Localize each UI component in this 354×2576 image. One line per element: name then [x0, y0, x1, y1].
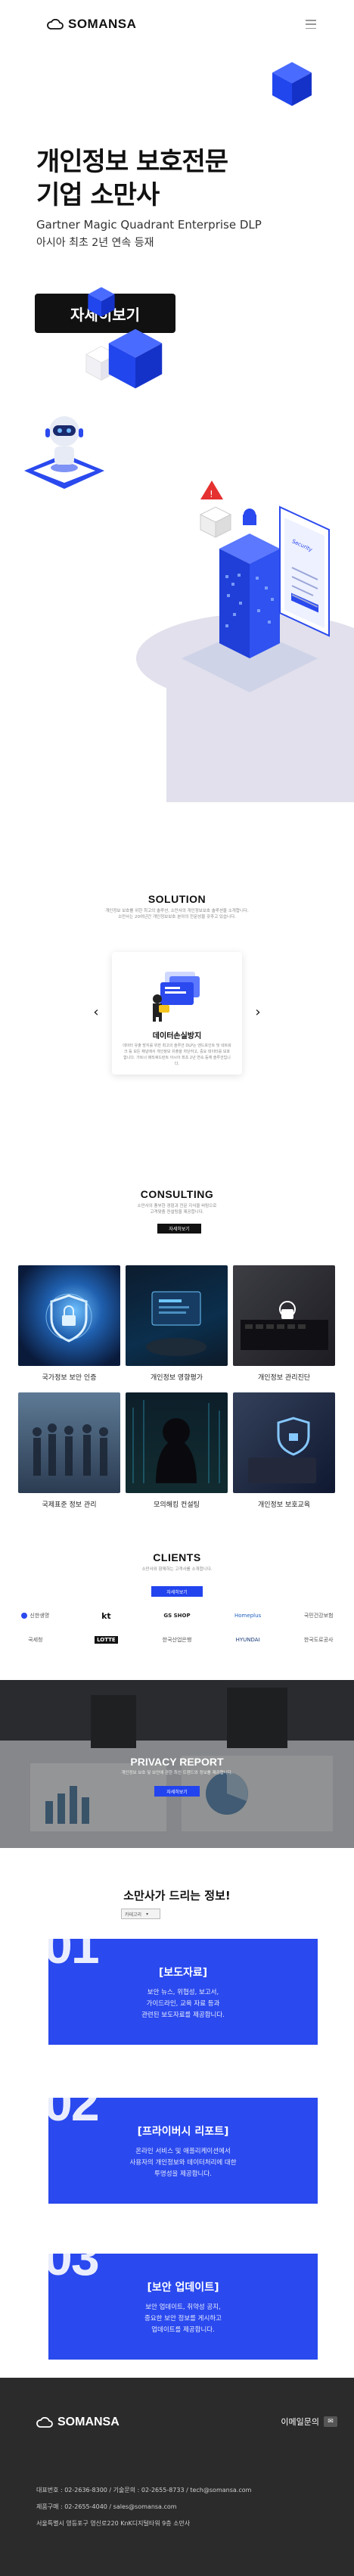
client-logo: 한국도로공사: [303, 1637, 334, 1643]
report-title: PRIVACY REPORT: [130, 1756, 224, 1768]
info-number: 01: [44, 1917, 100, 1974]
robot-illustration-icon: [24, 416, 104, 489]
prev-arrow-icon[interactable]: ‹: [89, 1004, 103, 1020]
consulting-label: 개인정보 영향평가: [150, 1374, 203, 1382]
solution-card-title: 데이터손실방지: [152, 1032, 202, 1041]
consulting-image: [18, 1392, 120, 1493]
blue-cube-icon: [272, 62, 312, 106]
consulting-label: 국제표준 정보 관리: [42, 1501, 97, 1509]
info-card-desc: 온라인 서비스 및 애플리케이션에서 사용자의 개인정보와 데이터처리에 대한 투명…: [129, 2148, 237, 2178]
consulting-title: CONSULTING: [140, 1188, 214, 1200]
consulting-image: [18, 1265, 120, 1366]
consulting-card[interactable]: 개인정보 관리진단: [233, 1265, 335, 1392]
brand-name: SOMANSA: [68, 17, 137, 31]
clients-logos: 신한생명 kt GS SHOP Homeplus 국민건강보험 국세청 LOTT…: [0, 1610, 354, 1645]
consulting-section: CONSULTING 소만사의 풍부한 경험과 전문 지식을 바탕으로 고객맞춤 …: [0, 1158, 354, 1527]
solution-title: SOLUTION: [148, 893, 206, 905]
client-logo: 한국산업은행: [162, 1637, 192, 1643]
hero-section: 개인정보 보호전문 기업 소만사 Gartner Magic Quadrant E…: [0, 53, 354, 802]
blue-cube-large-icon: [108, 328, 163, 389]
hero-subtitle: Gartner Magic Quadrant Enterprise DLP: [36, 218, 262, 232]
dlp-illustration-icon: [153, 972, 200, 1022]
consulting-label: 개인정보 보호교육: [257, 1501, 311, 1509]
consulting-card[interactable]: 개인정보 보호교육: [233, 1392, 335, 1520]
site-header: SOMANSA: [0, 0, 354, 53]
info-card-desc: 보안 업데이트, 취약성 공지, 중요한 보안 정보를 게시하고 업데이트를 제공합…: [144, 2304, 222, 2334]
client-logo: 신한생명: [0, 1610, 71, 1621]
consulting-label: 모의해킹 컨설팅: [154, 1501, 200, 1509]
consulting-card[interactable]: 국가정보 보안 인증: [18, 1265, 120, 1392]
clients-desc: 소만사와 함께하는 고객사를 소개합니다.: [141, 1567, 213, 1572]
cloud-icon: [36, 2417, 53, 2428]
consulting-card[interactable]: 국제표준 정보 관리: [18, 1392, 120, 1520]
mail-icon: ✉: [324, 2416, 337, 2427]
consulting-card[interactable]: 개인정보 영향평가: [126, 1265, 228, 1392]
client-logo: Homeplus: [234, 1613, 262, 1619]
privacy-report-banner: PRIVACY REPORT 개인정보 보호 및 보안에 관한 최신 트렌드와 …: [0, 1680, 354, 1848]
consulting-card[interactable]: 모의해킹 컨설팅: [126, 1392, 228, 1520]
info-title: 소만사가 드리는 정보!: [123, 1889, 231, 1902]
consulting-grid: 국가정보 보안 인증 개인정보 영향평가 개인정보 관리진단 국제표준 정보 관…: [18, 1265, 336, 1520]
client-logo: LOTTE: [71, 1635, 142, 1645]
client-logo: kt: [101, 1610, 111, 1621]
consulting-image: [126, 1265, 228, 1366]
security-tower-illustration-icon: !: [182, 481, 330, 692]
consulting-label: 개인정보 관리진단: [257, 1374, 311, 1382]
consulting-image: [233, 1392, 335, 1493]
consulting-image: [126, 1392, 228, 1493]
chevron-down-icon: ▾: [146, 1911, 149, 1917]
hero-title: 개인정보 보호전문 기업 소만사: [36, 147, 228, 210]
clients-more-button[interactable]: 자세히보기: [151, 1586, 203, 1597]
next-arrow-icon[interactable]: ›: [251, 1004, 265, 1020]
clients-title: CLIENTS: [153, 1551, 201, 1563]
solution-desc: 개인정보 보호를 위한 최고의 솔루션, 소만사의 개인정보보호 솔루션을 소개…: [105, 909, 249, 919]
solution-card[interactable]: 데이터손실방지 데이터 유출 방지를 위한 최고의 솔루션 DLP는 엔드포인트…: [112, 952, 242, 1075]
footer-logo[interactable]: SOMANSA: [36, 2416, 120, 2429]
consulting-more-button[interactable]: 자세히보기: [157, 1224, 201, 1234]
info-card-desc: 보안 뉴스, 위협성, 보고서, 가이드라인, 교육 자료 등과 관련된 보도자료를…: [141, 1989, 225, 2019]
report-more-button[interactable]: 자세히보기: [154, 1786, 200, 1797]
info-number: 03: [44, 2229, 100, 2286]
client-logo: HYUNDAI: [235, 1637, 260, 1643]
category-select[interactable]: 카테고리 ▾: [121, 1909, 160, 1919]
cloud-icon: [47, 19, 64, 30]
svg-text:!: !: [210, 489, 213, 499]
solution-section: SOLUTION 개인정보 보호를 위한 최고의 솔루션, 소만사의 개인정보보…: [0, 802, 354, 1158]
footer-contact: 대표번호 : 02-2636-8300 / 기술문의 : 02-2655-873…: [36, 2487, 252, 2527]
client-logo: 국세청: [28, 1637, 43, 1643]
client-logo: 국민건강보험: [303, 1613, 334, 1619]
client-logo: GS SHOP: [163, 1613, 191, 1619]
brand-logo[interactable]: SOMANSA: [47, 17, 136, 32]
site-footer: SOMANSA 이메일문의 ✉ 대표번호 : 02-2636-8300 / 기술…: [0, 2378, 354, 2576]
hero-subtitle-2: 아시아 최초 2년 연속 등재: [36, 237, 154, 249]
hamburger-menu-icon[interactable]: [306, 20, 316, 29]
info-number: 02: [44, 2074, 100, 2132]
email-inquiry-link[interactable]: 이메일문의 ✉: [281, 2416, 337, 2428]
report-desc: 개인정보 보호 및 보안에 관한 최신 트렌드와 정보를 제공합니다.: [121, 1771, 233, 1775]
consulting-label: 국가정보 보안 인증: [42, 1374, 97, 1382]
blue-cube-small-icon: [88, 287, 115, 317]
consulting-desc: 소만사의 풍부한 경험과 전문 지식을 바탕으로 고객맞춤 컨설팅을 제공합니다.: [137, 1204, 217, 1215]
info-section: 소만사가 드리는 정보! 카테고리 ▾ [보도자료] 보안 뉴스, 위협성, 보고…: [0, 1848, 354, 2378]
consulting-image: [233, 1265, 335, 1366]
solution-card-desc: 데이터 유출 방지를 위한 최고의 솔루션 DLP는 엔드포인트 및 네트워크 …: [123, 1044, 231, 1066]
